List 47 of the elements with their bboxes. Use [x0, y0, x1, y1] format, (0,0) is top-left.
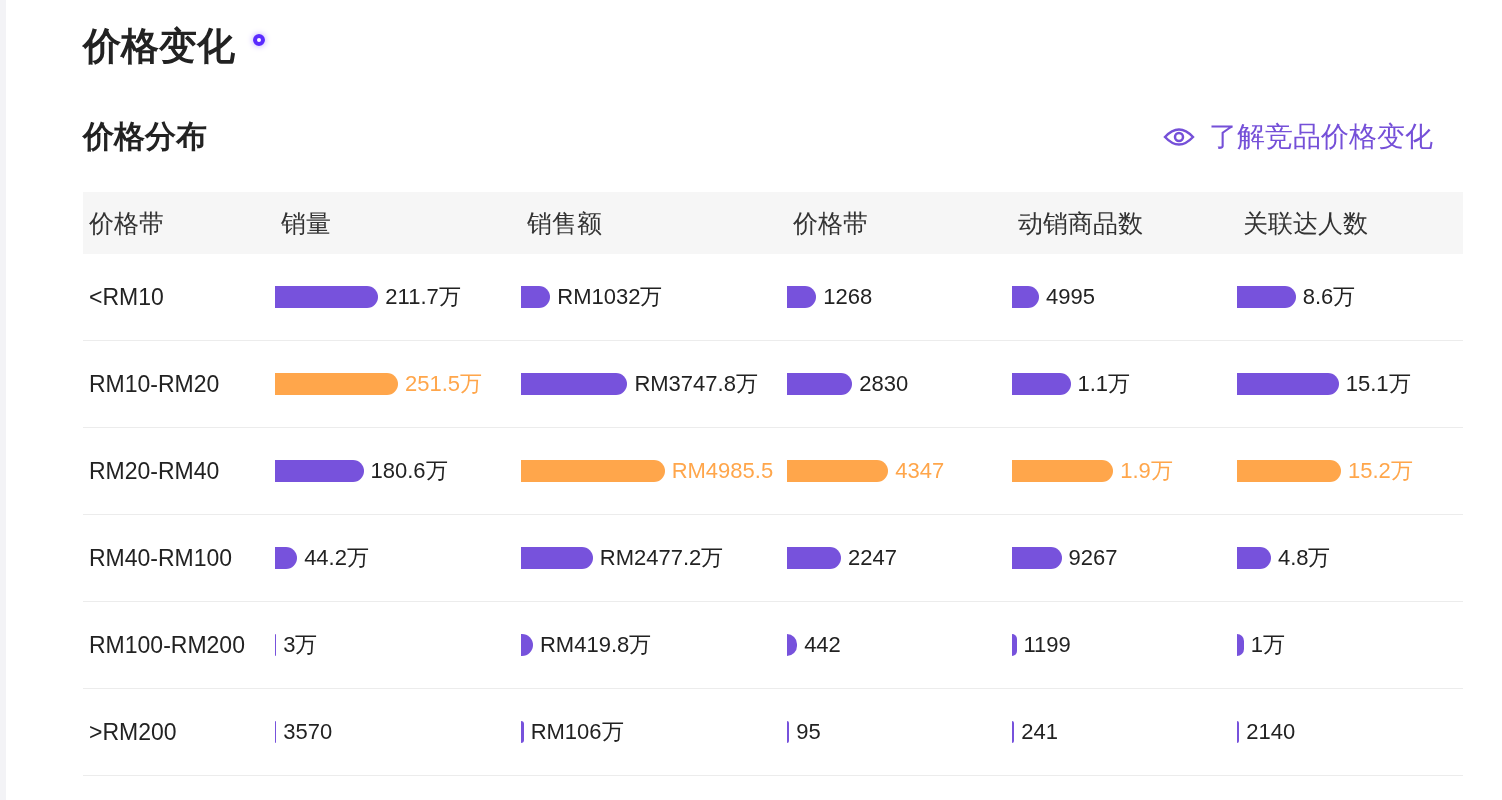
table-value: 2247 — [848, 545, 897, 571]
table-value: 2830 — [859, 371, 909, 397]
table-value: 1.1万 — [1077, 370, 1131, 398]
table-value: 3万 — [283, 631, 318, 659]
price-band-label: >RM200 — [88, 718, 177, 745]
table-value: 1万 — [1250, 631, 1285, 659]
column-header: 价格带 — [83, 192, 275, 254]
table-value: 180.6万 — [370, 457, 448, 485]
table-value: 4347 — [895, 458, 945, 484]
table-value: 442 — [804, 632, 841, 658]
table-value: 8.6万 — [1302, 283, 1356, 311]
table-value: 4.8万 — [1277, 544, 1331, 572]
page-title: 价格变化 — [83, 23, 235, 69]
price-band-label: RM10-RM20 — [88, 370, 220, 397]
table-value: 251.5万 — [405, 370, 483, 398]
table-value: RM1032万 — [557, 283, 663, 311]
price-band-label: RM100-RM200 — [88, 631, 245, 658]
table-value: 241 — [1021, 719, 1058, 745]
table-value: 1199 — [1023, 632, 1071, 658]
table-value: 95 — [796, 719, 821, 745]
table-value: RM3747.8万 — [634, 370, 758, 398]
table-value: RM106万 — [530, 718, 624, 746]
price-band-label: <RM10 — [88, 283, 164, 310]
section-title: 价格分布 — [83, 118, 207, 156]
column-header: 销售额 — [521, 192, 787, 254]
table-value: 2140 — [1246, 719, 1296, 745]
table-value: RM419.8万 — [539, 631, 652, 659]
status-dot — [253, 34, 265, 46]
column-header: 销量 — [275, 192, 521, 254]
price-band-label: RM20-RM40 — [88, 457, 220, 484]
table-value: 3570 — [283, 719, 333, 745]
table-value: RM4985.5 — [671, 458, 774, 484]
table-value: 9267 — [1068, 545, 1118, 571]
price-band-label: RM40-RM100 — [88, 544, 233, 571]
column-header: 价格带 — [787, 192, 1012, 254]
column-header: 关联达人数 — [1237, 192, 1463, 254]
table-value: 15.1万 — [1345, 370, 1411, 398]
table-value: 4995 — [1046, 284, 1095, 310]
table-value: 211.7万 — [385, 283, 461, 311]
competitor-price-link[interactable]: 了解竞品价格变化 — [1163, 118, 1433, 156]
table-value: 44.2万 — [304, 544, 369, 572]
column-header: 动销商品数 — [1012, 192, 1237, 254]
table-value: 1268 — [823, 284, 873, 310]
eye-icon — [1163, 126, 1195, 148]
table-value: RM2477.2万 — [599, 544, 724, 572]
table-value: 15.2万 — [1347, 457, 1413, 485]
table-value: 1.9万 — [1120, 457, 1173, 485]
